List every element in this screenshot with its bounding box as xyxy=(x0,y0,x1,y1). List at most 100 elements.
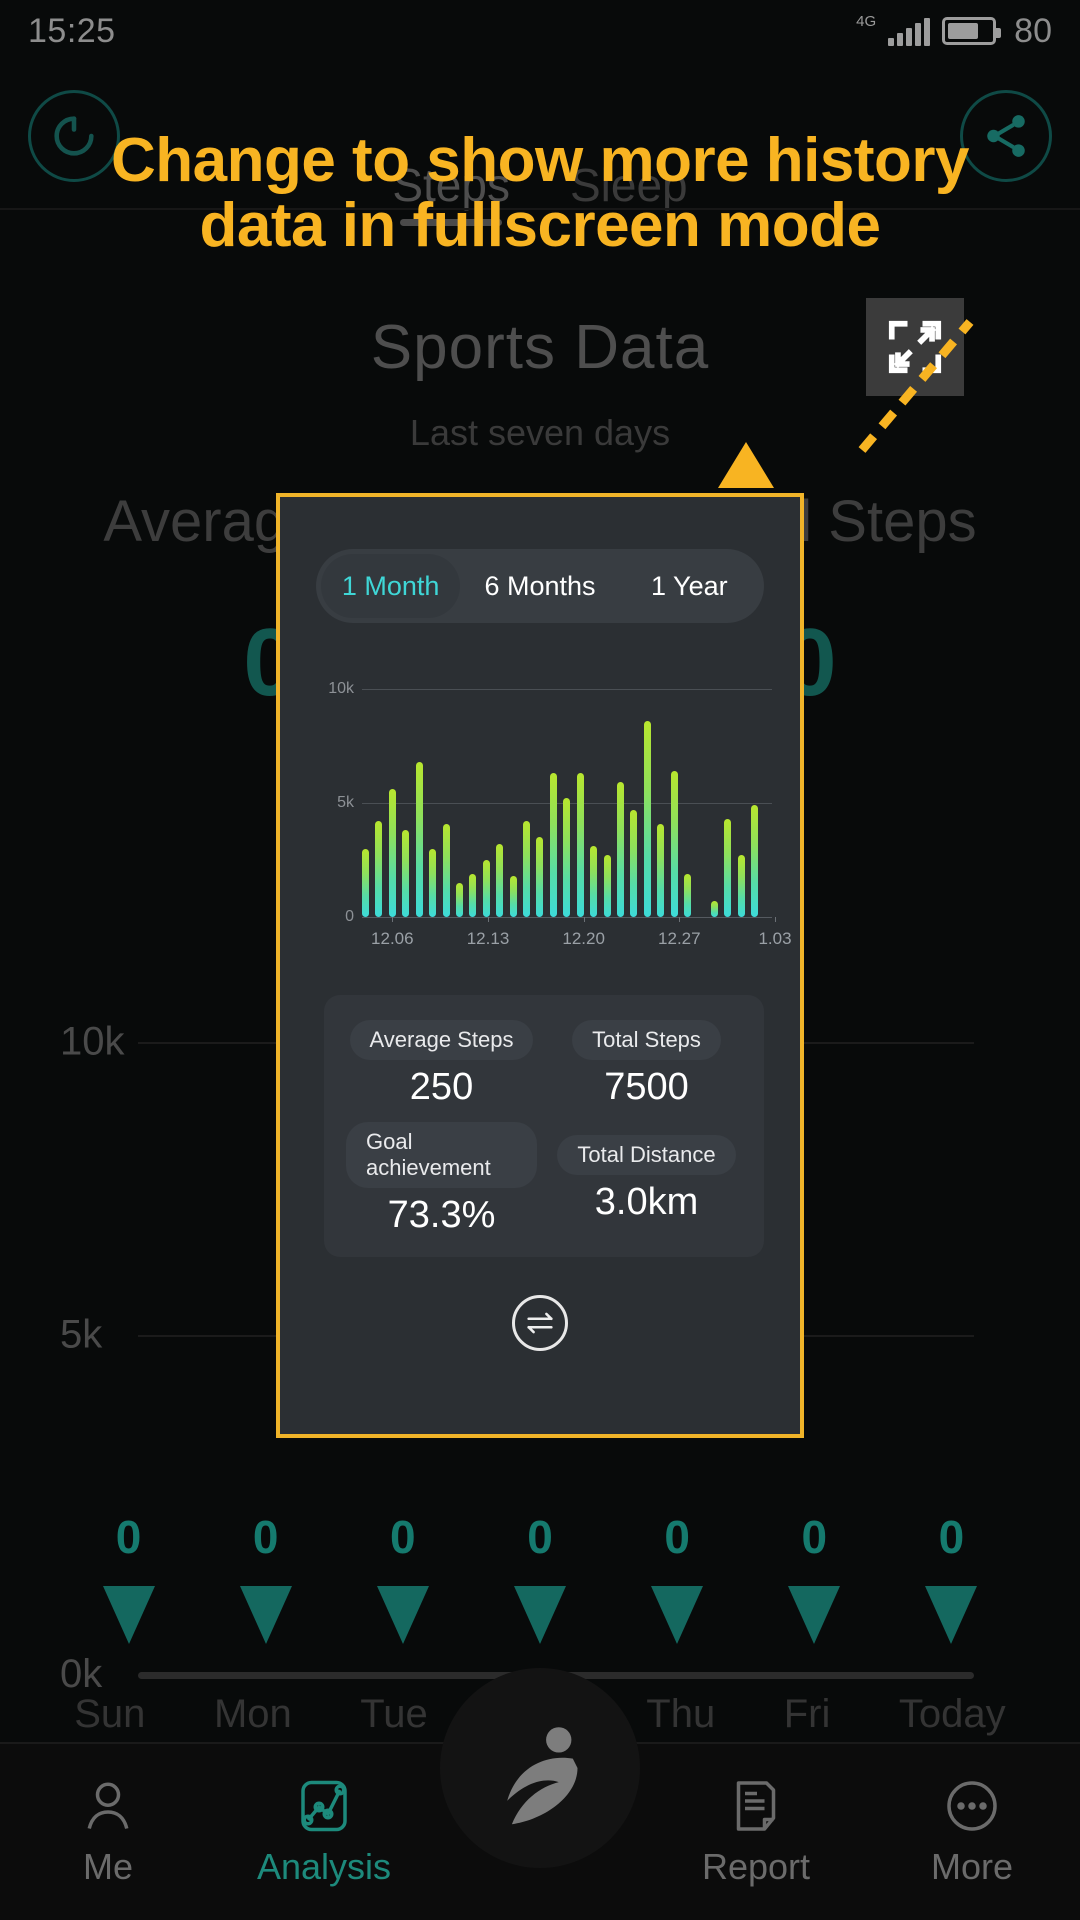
chart-y-tick-label: 10k xyxy=(328,680,354,697)
annotation-text: Change to show more history data in full… xyxy=(0,128,1080,258)
bg-day-value: 0 xyxy=(527,1511,553,1563)
chart-y-tick-label: 0 xyxy=(345,908,354,925)
chart-bar xyxy=(375,821,383,917)
chart-bar xyxy=(603,855,611,917)
status-indicators: 4G 80 xyxy=(856,12,1052,51)
chart-x-tick xyxy=(583,917,585,922)
steps-history-bar-chart[interactable]: 0 5k 10k 12.06 12.13 12.20 12.27 1.03 xyxy=(280,679,808,959)
bg-gridline-10k-label: 10k xyxy=(60,1019,125,1064)
chart-bar xyxy=(563,798,571,917)
chart-plot-area: 0 5k 10k xyxy=(328,680,772,925)
runner-logo-icon[interactable] xyxy=(440,1668,640,1868)
chart-bar xyxy=(643,720,651,917)
chart-bar xyxy=(469,873,477,917)
down-triangle-icon xyxy=(788,1586,841,1644)
chart-bar xyxy=(402,830,410,917)
stat-value: 250 xyxy=(409,1066,474,1108)
bg-day-value: 0 xyxy=(115,1511,142,1563)
segment-1-month[interactable]: 1 Month xyxy=(321,554,461,618)
chart-bar xyxy=(523,821,531,917)
nav-label: Report xyxy=(701,1846,811,1887)
chart-bar xyxy=(576,773,584,917)
bg-day-name: Today xyxy=(898,1692,1006,1736)
annotation-arrowhead-icon xyxy=(718,442,774,488)
chart-bar xyxy=(590,846,598,917)
chart-x-tick-label: 12.13 xyxy=(466,929,510,948)
segment-1-year[interactable]: 1 Year xyxy=(620,554,759,618)
stat-value: 3.0km xyxy=(594,1181,699,1223)
stat-label: Total Steps xyxy=(572,1020,721,1060)
swap-arrows-circle-icon[interactable] xyxy=(512,1295,568,1351)
bg-day-marker: 0 xyxy=(788,1510,841,1644)
bg-day-marker: 0 xyxy=(925,1510,978,1644)
chart-bar xyxy=(362,848,369,917)
nav-item-more[interactable]: More xyxy=(864,1776,1080,1888)
chart-bar xyxy=(429,848,437,917)
down-triangle-icon xyxy=(239,1586,292,1644)
bg-day-value: 0 xyxy=(801,1511,828,1563)
chart-bar xyxy=(617,782,625,917)
bg-day-marker: 0 xyxy=(102,1510,155,1644)
bg-axis-zero-label: 0k xyxy=(60,1652,103,1696)
bg-day-value: 0 xyxy=(390,1511,416,1563)
bg-day-marker: 0 xyxy=(376,1510,429,1644)
chart-bar xyxy=(710,901,718,917)
nav-item-report[interactable]: Report xyxy=(648,1776,864,1888)
chart-bar xyxy=(536,837,544,917)
stat-value: 7500 xyxy=(604,1066,689,1108)
status-bar: 15:25 4G 80 xyxy=(0,0,1080,62)
range-segmented-control: 1 Month 6 Months 1 Year xyxy=(316,549,764,623)
history-popup-card: 1 Month 6 Months 1 Year 0 5k 10k 12.06 12.1… xyxy=(276,493,804,1438)
signal-strength-icon xyxy=(888,16,931,46)
chart-x-tick-label: 1.03 xyxy=(758,929,792,948)
chart-bar xyxy=(684,873,692,917)
chart-bar xyxy=(482,860,490,917)
stats-grid: Average Steps 250 Total Steps 7500 Goal … xyxy=(324,995,764,1257)
chart-x-tick xyxy=(392,917,394,922)
chart-x-tick xyxy=(679,917,681,922)
nav-item-me[interactable]: Me xyxy=(0,1776,216,1888)
chart-y-tick-label: 5k xyxy=(337,794,354,811)
chart-bar xyxy=(455,882,463,917)
chart-bar xyxy=(549,773,557,917)
nav-label: Me xyxy=(82,1846,133,1887)
stat-value: 73.3% xyxy=(387,1194,496,1236)
down-triangle-icon xyxy=(376,1586,429,1644)
stat-total-steps: Total Steps 7500 xyxy=(551,1015,742,1114)
battery-icon xyxy=(942,17,1002,45)
chart-x-tick-label: 12.20 xyxy=(562,929,605,948)
chart-bar xyxy=(388,789,396,917)
bg-day-name: Sun xyxy=(74,1692,146,1736)
chart-x-tick-label: 12.06 xyxy=(371,929,414,948)
stat-total-distance: Total Distance 3.0km xyxy=(551,1122,742,1237)
bg-day-marker: 0 xyxy=(513,1510,566,1644)
chart-bar xyxy=(737,855,745,917)
nav-label: More xyxy=(930,1846,1014,1887)
chart-bar xyxy=(670,771,678,917)
bg-day-name: Thu xyxy=(646,1692,716,1736)
chart-bars xyxy=(362,689,772,917)
bg-day-marker: 0 xyxy=(651,1510,704,1644)
annotation-line-2: data in fullscreen mode xyxy=(199,191,881,261)
bg-day-name: Fri xyxy=(783,1692,831,1736)
bg-day-marker: 0 xyxy=(239,1510,292,1644)
stat-goal-achievement: Goal achievement 73.3% xyxy=(346,1122,537,1237)
chart-x-tick xyxy=(488,917,489,922)
down-triangle-icon xyxy=(651,1586,704,1644)
stat-label: Average Steps xyxy=(349,1020,534,1060)
down-triangle-icon xyxy=(513,1586,566,1644)
chart-bar xyxy=(657,823,665,917)
nav-item-analysis[interactable]: Analysis xyxy=(216,1776,432,1888)
bg-day-name: Mon xyxy=(213,1692,292,1736)
chart-x-axis xyxy=(362,917,772,918)
chart-bar xyxy=(630,809,638,917)
chart-bar xyxy=(509,875,517,917)
bg-day-name: Tue xyxy=(360,1692,428,1736)
chart-bar xyxy=(496,844,504,917)
background-weekday-markers: 0 0 0 0 0 0 0 xyxy=(0,1510,1080,1644)
chart-bar xyxy=(724,818,732,917)
bg-day-value: 0 xyxy=(664,1511,690,1563)
segment-6-months[interactable]: 6 Months xyxy=(470,554,609,618)
down-triangle-icon xyxy=(102,1586,155,1644)
nav-label: Analysis xyxy=(256,1846,392,1887)
